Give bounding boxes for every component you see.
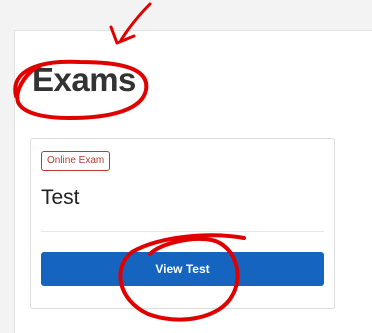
card-divider: [41, 231, 324, 232]
page-title: Exams: [32, 61, 136, 98]
exam-type-badge: Online Exam: [41, 151, 111, 171]
page: Exams Online Exam Test View Test: [0, 0, 372, 333]
exam-title: Test: [41, 186, 80, 209]
exam-card: Online Exam Test View Test: [30, 138, 335, 309]
view-test-button[interactable]: View Test: [41, 252, 324, 286]
